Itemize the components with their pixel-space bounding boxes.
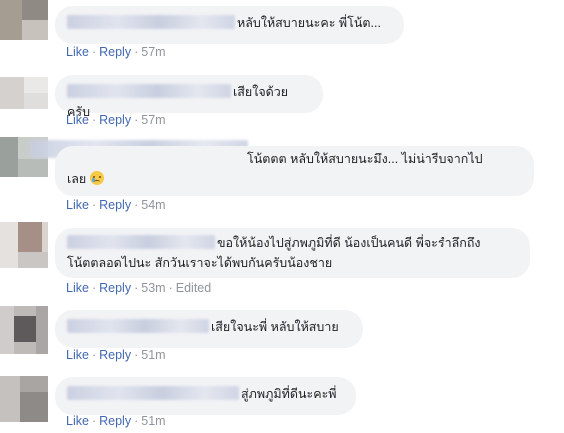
comment-actions: Like · Reply · 57m — [66, 45, 166, 59]
timestamp[interactable]: 57m — [141, 45, 165, 59]
separator: · — [91, 348, 97, 362]
separator: · — [91, 113, 97, 127]
timestamp[interactable]: 54m — [141, 198, 165, 212]
separator: · — [168, 281, 173, 295]
reply-button[interactable]: Reply — [99, 113, 131, 127]
blurred-author-name[interactable] — [67, 15, 235, 29]
reply-button[interactable]: Reply — [99, 281, 131, 295]
separator: · — [91, 45, 97, 59]
comment-text: หลับให้สบายนะคะ พี่โน้ต... — [237, 16, 381, 30]
blurred-author-name[interactable] — [67, 386, 239, 400]
like-button[interactable]: Like — [66, 198, 89, 212]
comment-bubble: หลับให้สบายนะคะ พี่โน้ต... — [55, 6, 404, 44]
avatar[interactable] — [0, 376, 48, 422]
comment-actions: Like · Reply · 57m — [66, 113, 166, 127]
like-button[interactable]: Like — [66, 281, 89, 295]
separator: · — [91, 198, 97, 212]
avatar[interactable] — [0, 77, 48, 109]
separator: · — [134, 198, 139, 212]
comment-text: เสียใจนะพี่ หลับให้สบาย — [211, 320, 339, 334]
reply-button[interactable]: Reply — [99, 414, 131, 428]
edited-label[interactable]: Edited — [176, 281, 211, 295]
avatar[interactable] — [0, 0, 48, 40]
separator: · — [134, 281, 139, 295]
reply-button[interactable]: Reply — [99, 45, 131, 59]
separator: · — [134, 348, 139, 362]
comment-actions: Like · Reply · 51m — [66, 414, 166, 428]
comment-text-line-1: โน้ตตต หลับให้สบายนะมึง... ไม่น่ารีบจากไ… — [247, 152, 483, 166]
comment-text-line-2: โน้ตตลอดไปนะ สักวันเราจะได้พบกันครับน้อง… — [67, 256, 333, 270]
like-button[interactable]: Like — [66, 45, 89, 59]
comment-actions: Like · Reply · 53m · Edited — [66, 281, 211, 295]
separator: · — [134, 113, 139, 127]
avatar[interactable] — [0, 222, 48, 268]
comment-bubble: โน้ตตต หลับให้สบายนะมึง... ไม่น่ารีบจากไ… — [55, 146, 534, 196]
reply-button[interactable]: Reply — [99, 198, 131, 212]
timestamp[interactable]: 51m — [141, 348, 165, 362]
crying-face-icon — [89, 171, 104, 185]
timestamp[interactable]: 53m — [141, 281, 165, 295]
comment-actions: Like · Reply · 51m — [66, 348, 166, 362]
blurred-author-name[interactable] — [67, 319, 209, 333]
comment-actions: Like · Reply · 54m — [66, 198, 166, 212]
timestamp[interactable]: 51m — [141, 414, 165, 428]
comment-bubble: เสียใจนะพี่ หลับให้สบาย — [55, 310, 363, 348]
comment-bubble: เสียใจด้วยครับ — [55, 75, 323, 119]
comment-text-line-1: ขอให้น้องไปสู่ภพภูมิที่ดี น้องเป็นคนดี พ… — [217, 236, 481, 250]
comment-text: สู่ภพภูมิที่ดีนะคะพี่ — [241, 387, 337, 401]
comment-bubble: สู่ภพภูมิที่ดีนะคะพี่ — [55, 377, 356, 415]
like-button[interactable]: Like — [66, 113, 89, 127]
comment-text-line-2: เลย — [67, 172, 87, 186]
blurred-author-name[interactable] — [67, 84, 231, 98]
avatar[interactable] — [0, 306, 48, 354]
reply-button[interactable]: Reply — [99, 348, 131, 362]
timestamp[interactable]: 57m — [141, 113, 165, 127]
separator: · — [134, 414, 139, 428]
like-button[interactable]: Like — [66, 348, 89, 362]
separator: · — [134, 45, 139, 59]
blurred-author-name[interactable] — [67, 235, 215, 249]
separator: · — [91, 281, 97, 295]
comment-bubble: ขอให้น้องไปสู่ภพภูมิที่ดี น้องเป็นคนดี พ… — [55, 228, 530, 278]
separator: · — [91, 414, 97, 428]
like-button[interactable]: Like — [66, 414, 89, 428]
